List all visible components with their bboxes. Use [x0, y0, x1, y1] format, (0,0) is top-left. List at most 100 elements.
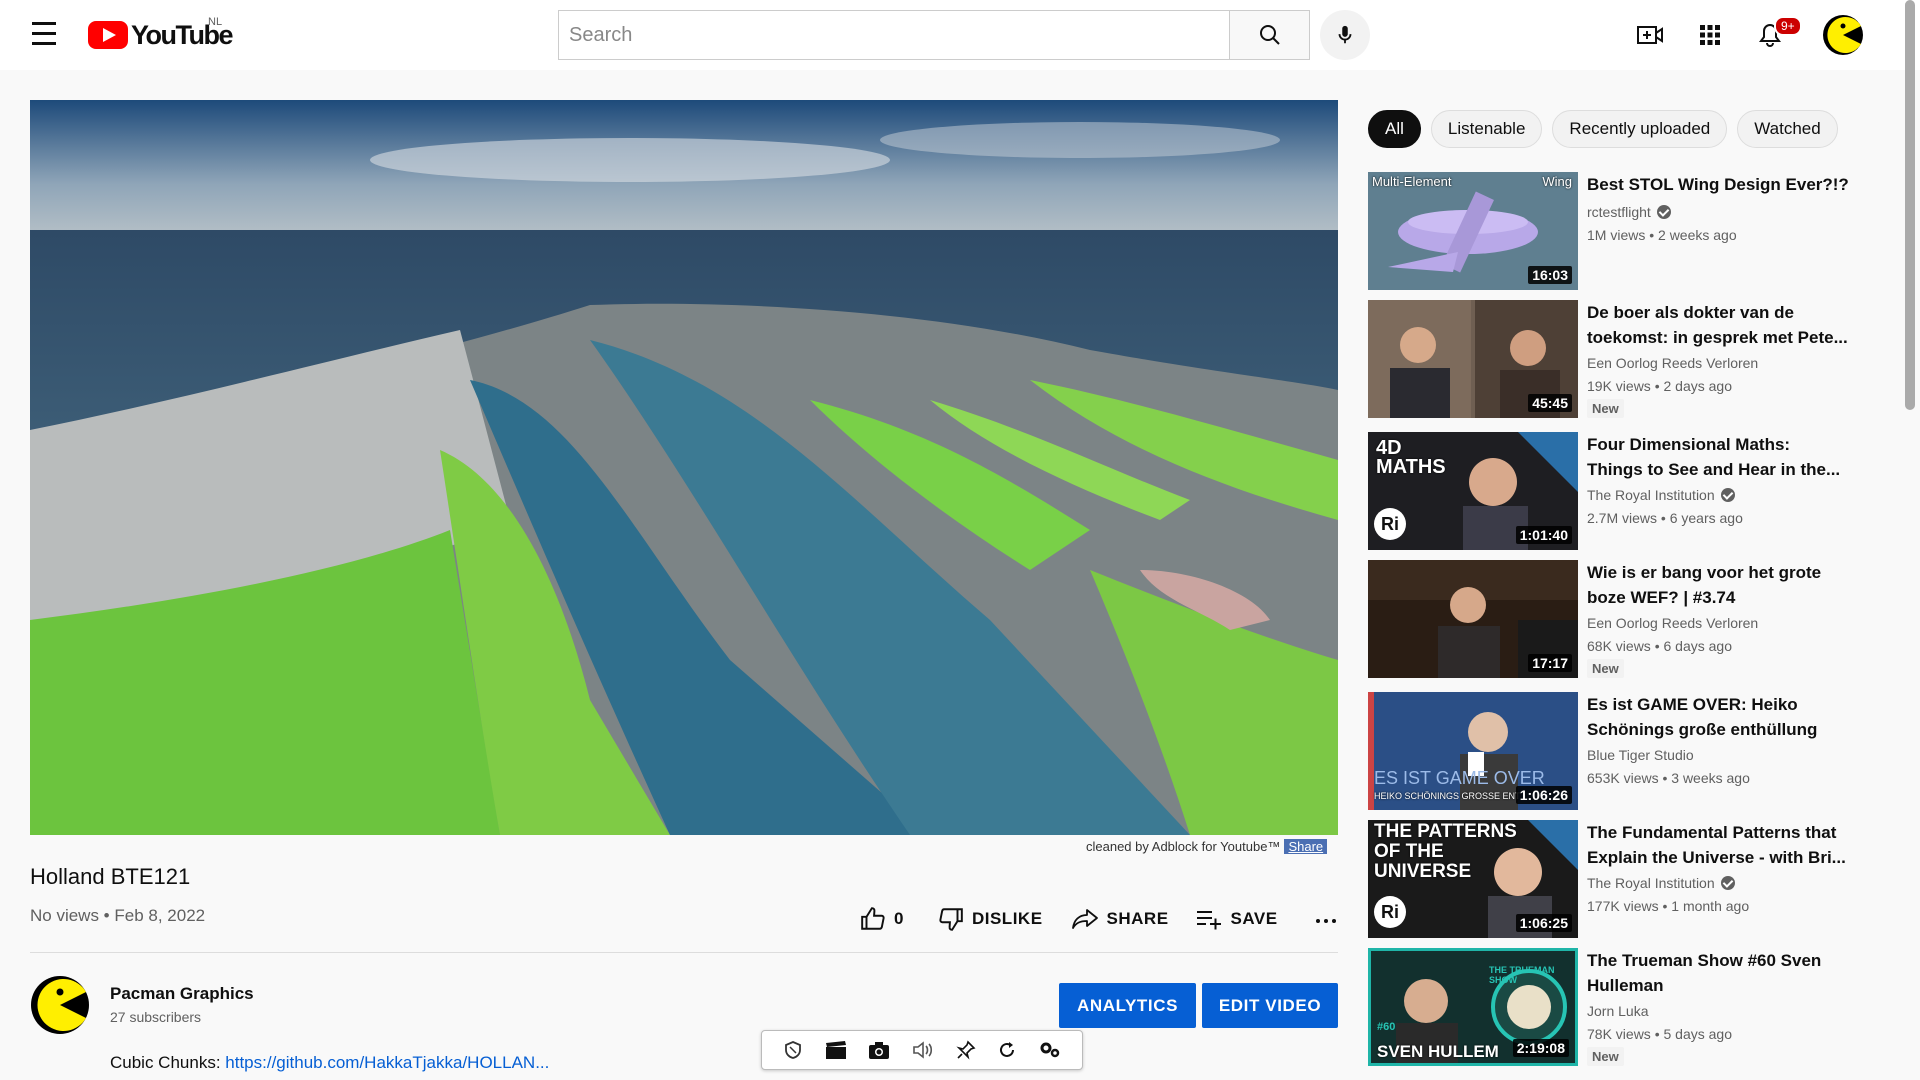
recommendation-thumbnail[interactable]: 45:45: [1368, 300, 1578, 418]
playlist-add-icon: [1196, 911, 1221, 930]
channel-avatar[interactable]: [30, 975, 90, 1035]
thumbnail-caption: THE PATTERNS: [1374, 821, 1517, 842]
channel-name: Een Oorlog Reeds Verloren: [1587, 355, 1759, 371]
create-video-button[interactable]: [1633, 18, 1667, 52]
channel-name: Jorn Luka: [1587, 1003, 1649, 1019]
adblock-share-link[interactable]: Share: [1284, 839, 1328, 854]
recommendation-item[interactable]: Multi-Element Wing 16:03 Best STOL Wing …: [1368, 172, 1888, 290]
video-actions: 0 DISLIKE SHARE SAVE: [860, 906, 1346, 932]
divider: [30, 952, 1338, 953]
recommendation-views: 68K views • 6 days ago: [1587, 638, 1732, 654]
recommendation-title[interactable]: Wie is er bang voor het grote boze WEF? …: [1587, 560, 1849, 610]
thumbnail-caption: UNIVERSE: [1374, 861, 1472, 882]
channel-name: Blue Tiger Studio: [1587, 747, 1694, 763]
recommendation-views: 177K views • 1 month ago: [1587, 898, 1750, 914]
recommendation-thumbnail[interactable]: THE TRUEMAN SHOW #60 SVEN HULLEM 2:19:08: [1368, 948, 1578, 1066]
recommendation-item[interactable]: ES IST GAME OVER HEIKO SCHÖNINGS GROSSE …: [1368, 692, 1888, 810]
recommendation-thumbnail[interactable]: THE PATTERNS OF THE UNIVERSE Ri 1:06:25: [1368, 820, 1578, 938]
recommendation-title[interactable]: The Trueman Show #60 Sven Hulleman: [1587, 948, 1849, 998]
recommendation-channel[interactable]: Een Oorlog Reeds Verloren: [1587, 615, 1758, 631]
extension-toolbar: [761, 1030, 1083, 1070]
pin-icon[interactable]: [956, 1040, 976, 1060]
clapperboard-icon[interactable]: [825, 1040, 847, 1060]
recommendation-thumbnail[interactable]: ES IST GAME OVER HEIKO SCHÖNINGS GROSSE …: [1368, 692, 1578, 810]
recommendation-channel[interactable]: The Royal Institution: [1587, 875, 1735, 891]
create-video-icon: [1637, 26, 1663, 44]
search-input[interactable]: [559, 11, 1229, 59]
analytics-button[interactable]: ANALYTICS: [1059, 983, 1196, 1028]
recommendation-item[interactable]: 4D MATHS Ri 1:01:40 Four Dimensional Mat…: [1368, 432, 1888, 550]
recommendation-channel[interactable]: Een Oorlog Reeds Verloren: [1587, 355, 1758, 371]
video-frame-landscape: [30, 100, 1338, 835]
search-icon: [1259, 25, 1280, 45]
recommendation-item[interactable]: 17:17 Wie is er bang voor het grote boze…: [1368, 560, 1888, 678]
channel-name: The Royal Institution: [1587, 875, 1715, 891]
like-button[interactable]: 0: [860, 906, 904, 932]
thumbnail-caption: MATHS: [1376, 456, 1446, 478]
voice-search-button[interactable]: [1320, 10, 1370, 60]
settings-icon[interactable]: [1039, 1040, 1061, 1060]
recommendation-views: 19K views • 2 days ago: [1587, 378, 1732, 394]
video-duration: 1:06:26: [1515, 786, 1572, 804]
recommendation-views: 1M views • 2 weeks ago: [1587, 227, 1737, 243]
thumbnail-caption: SVEN HULLEM: [1377, 1042, 1499, 1061]
chip-recently-uploaded[interactable]: Recently uploaded: [1552, 110, 1728, 148]
recommendation-channel[interactable]: Blue Tiger Studio: [1587, 747, 1694, 763]
recommendation-title[interactable]: Four Dimensional Maths: Things to See an…: [1587, 432, 1849, 482]
refresh-icon[interactable]: [997, 1040, 1017, 1060]
more-actions-button[interactable]: [1314, 907, 1346, 931]
dislike-button[interactable]: DISLIKE: [938, 906, 1043, 932]
recommendation-thumbnail[interactable]: 4D MATHS Ri 1:01:40: [1368, 432, 1578, 550]
volume-icon[interactable]: [912, 1040, 934, 1060]
recommendation-title[interactable]: De boer als dokter van de toekomst: in g…: [1587, 300, 1849, 350]
apps-grid-icon: [1700, 25, 1720, 45]
recommendation-title[interactable]: The Fundamental Patterns that Explain th…: [1587, 820, 1849, 870]
account-avatar[interactable]: [1822, 14, 1864, 56]
shield-icon[interactable]: [783, 1040, 803, 1060]
camera-icon[interactable]: [868, 1040, 890, 1060]
verified-icon: [1720, 488, 1735, 502]
chip-watched[interactable]: Watched: [1737, 110, 1838, 148]
channel-name[interactable]: Pacman Graphics: [110, 984, 254, 1004]
filter-chips: All Listenable Recently uploaded Watched: [1368, 110, 1848, 148]
recommendation-item[interactable]: THE TRUEMAN SHOW #60 SVEN HULLEM 2:19:08…: [1368, 948, 1888, 1066]
thumbnail-caption: THE TRUEMAN SHOW: [1489, 965, 1555, 985]
apps-button[interactable]: [1693, 18, 1727, 52]
like-count: 0: [894, 909, 904, 928]
microphone-icon: [1338, 25, 1352, 44]
chip-all[interactable]: All: [1368, 110, 1421, 148]
save-button[interactable]: SAVE: [1195, 907, 1278, 931]
chip-listenable[interactable]: Listenable: [1430, 110, 1543, 148]
video-duration: 1:06:25: [1515, 914, 1572, 932]
description-link[interactable]: https://github.com/HakkaTjakka/HOLLAN...: [225, 1053, 549, 1072]
search-box: [558, 10, 1310, 60]
notification-badge: 9+: [1774, 16, 1802, 36]
thumbnail-caption: Multi-Element: [1372, 174, 1452, 189]
video-meta: No views • Feb 8, 2022: [30, 906, 206, 925]
save-label: SAVE: [1230, 909, 1278, 928]
recommendation-channel[interactable]: The Royal Institution: [1587, 487, 1735, 503]
menu-icon[interactable]: [28, 22, 62, 48]
search-button[interactable]: [1229, 11, 1309, 59]
new-badge: New: [1587, 659, 1624, 678]
recommendation-channel[interactable]: Jorn Luka: [1587, 1003, 1648, 1019]
page-scrollbar[interactable]: [1905, 0, 1915, 410]
recommendation-thumbnail[interactable]: 17:17: [1368, 560, 1578, 678]
recommendation-thumbnail[interactable]: Multi-Element Wing 16:03: [1368, 172, 1578, 290]
new-badge: New: [1587, 399, 1624, 418]
pacman-avatar-icon: [1823, 15, 1863, 55]
ri-logo-text: Ri: [1381, 514, 1399, 534]
recommendation-item[interactable]: 45:45 De boer als dokter van de toekomst…: [1368, 300, 1888, 418]
recommendation-item[interactable]: THE PATTERNS OF THE UNIVERSE Ri 1:06:25 …: [1368, 820, 1888, 938]
subscriber-count: 27 subscribers: [110, 1009, 202, 1025]
share-button[interactable]: SHARE: [1071, 907, 1169, 931]
video-player[interactable]: [30, 100, 1338, 835]
new-badge: New: [1587, 1047, 1624, 1066]
recommendation-channel[interactable]: rctestflight: [1587, 204, 1671, 220]
share-icon: [1071, 909, 1098, 929]
recommendation-views: 78K views • 5 days ago: [1587, 1026, 1732, 1042]
edit-video-button[interactable]: EDIT VIDEO: [1202, 983, 1338, 1028]
recommendation-title[interactable]: Best STOL Wing Design Ever?!?: [1587, 172, 1849, 197]
youtube-play-icon: [88, 21, 128, 49]
recommendation-title[interactable]: Es ist GAME OVER: Heiko Schönings große …: [1587, 692, 1849, 742]
